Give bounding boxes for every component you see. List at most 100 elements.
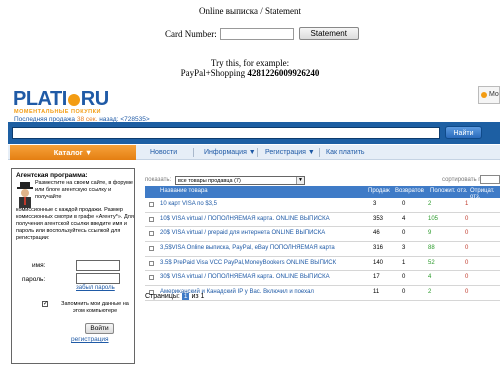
my-account-button[interactable]: Мо [478, 86, 500, 104]
nav-divider [193, 148, 194, 157]
example-hint: Try this, for example: PayPal+Shopping 4… [0, 58, 500, 78]
nav-news[interactable]: Новости [150, 145, 177, 160]
show-filter-select[interactable]: все товары продавца (7) ▼ [175, 176, 305, 185]
example-line: PayPal+Shopping 4281226009926240 [0, 68, 500, 78]
positive-count: 88 [428, 245, 435, 252]
product-name-link[interactable]: 3,5$VISA Online выписка, PayPal, eBay ПО… [160, 245, 335, 251]
agent-program-panel: Агентская программа: Разместите на своем… [11, 168, 135, 364]
returns-count: 0 [402, 230, 406, 237]
negative-count: 0 [465, 245, 469, 252]
row-checkbox[interactable] [149, 231, 154, 237]
card-number-label: Card Number: [165, 28, 217, 39]
product-name-link[interactable]: 10 карт VISA по $3,5 [160, 201, 217, 207]
negative-count: 0 [465, 230, 469, 237]
agent-avatar-icon [17, 182, 33, 208]
register-link[interactable]: регистрация [71, 336, 109, 343]
row-checkbox[interactable] [149, 260, 154, 266]
agent-description: Разместите на своем сайте, в форуме или … [35, 180, 133, 200]
pages-total: из 1 [191, 293, 205, 300]
forgot-password-link[interactable]: забыл пароль [76, 285, 115, 291]
col-sales-header[interactable]: Продаж [368, 188, 390, 194]
col-positive-header[interactable]: Положит. отз. [430, 188, 468, 194]
card-number-input[interactable] [219, 27, 294, 40]
agent-description-more: комиссионные с каждой продажи. Размер ко… [16, 207, 134, 241]
product-name-link[interactable]: 20$ VISA virtual / prepaid для интернета… [160, 230, 325, 236]
nav-info[interactable]: Информация ▼ [204, 145, 256, 160]
product-name-link[interactable]: 30$ VISA virtual / ПОПОЛНЯЕМАЯ карта. ON… [160, 274, 330, 280]
remember-checkbox[interactable]: ✓ [42, 301, 48, 307]
table-row[interactable]: 20$ VISA virtual / prepaid для интернета… [145, 227, 500, 243]
example-number: 4281226009926240 [247, 68, 320, 78]
remember-label: Запомнить мои данные на этом компьютере [61, 301, 129, 314]
returns-count: 0 [402, 201, 406, 207]
sort-select[interactable] [480, 175, 500, 184]
table-header: Название товара Продаж Возвратов Положит… [145, 186, 500, 200]
try-line: Try this, for example: [210, 58, 290, 68]
negative-count: 0 [465, 259, 469, 266]
sales-count: 353 [373, 215, 384, 222]
current-page-link[interactable]: 1 [181, 293, 190, 300]
positive-count: 2 [428, 289, 432, 296]
statement-button[interactable]: Statement [298, 27, 359, 40]
sales-count: 46 [373, 230, 380, 237]
plati-site: PLATI RU МОМЕНТАЛЬНЫЕ ПОКУПКИ Последняя п… [8, 84, 500, 375]
search-input[interactable] [12, 127, 440, 139]
table-row[interactable]: 10 карт VISA по $3,5 3 0 2 1 [145, 198, 500, 213]
row-checkbox[interactable] [149, 246, 154, 252]
sales-count: 140 [373, 259, 384, 266]
agent-title: Агентская программа: [16, 172, 88, 179]
positive-count: 52 [428, 259, 435, 266]
sales-count: 316 [373, 245, 384, 252]
sales-count: 3 [373, 201, 377, 207]
product-table: Название товара Продаж Возвратов Положит… [145, 186, 500, 301]
positive-count: 4 [428, 274, 432, 281]
returns-count: 3 [402, 245, 406, 252]
nav-registration[interactable]: Регистрация ▼ [265, 145, 315, 160]
sales-count: 17 [373, 274, 380, 281]
positive-count: 105 [428, 215, 439, 222]
negative-count: 0 [465, 215, 469, 222]
plati-logo[interactable]: PLATI RU [13, 88, 109, 111]
negative-count: 0 [465, 274, 469, 281]
name-label: имя: [32, 262, 46, 269]
product-name-link[interactable]: 10$ VISA virtual / ПОПОЛНЯЕМАЯ карта. ON… [160, 216, 330, 222]
table-row[interactable]: 3,5$VISA Online выписка, PayPal, eBay ПО… [145, 242, 500, 257]
col-returns-header[interactable]: Возвратов [395, 188, 424, 194]
negative-count: 0 [465, 289, 469, 296]
logo-left-text: PLATI [13, 88, 67, 110]
my-account-label: Мо [489, 91, 499, 98]
show-label: показать: [145, 177, 172, 183]
row-checkbox[interactable] [149, 202, 154, 207]
chevron-down-icon: ▼ [296, 177, 304, 184]
returns-count: 0 [402, 289, 406, 296]
table-row[interactable]: 3.5$ PrePaid Visa VCC PayPal,MoneyBooker… [145, 257, 500, 272]
password-input[interactable] [76, 273, 120, 284]
search-button[interactable]: Найти [445, 126, 482, 139]
sales-count: 11 [373, 289, 380, 296]
name-input[interactable] [76, 260, 120, 271]
returns-count: 1 [402, 259, 406, 266]
returns-count: 4 [402, 215, 406, 222]
user-icon [481, 92, 487, 98]
nav-divider [257, 148, 258, 157]
card-form: Card Number: Statement [165, 27, 359, 40]
login-button[interactable]: Войти [85, 323, 114, 334]
table-row[interactable]: 10$ VISA virtual / ПОПОЛНЯЕМАЯ карта. ON… [145, 213, 500, 228]
show-filter-value: все товары продавца (7) [178, 178, 241, 184]
negative-count: 1 [465, 201, 469, 207]
logo-tagline: МОМЕНТАЛЬНЫЕ ПОКУПКИ [14, 109, 101, 115]
returns-count: 0 [402, 274, 406, 281]
example-prefix: PayPal+Shopping [180, 68, 248, 78]
positive-count: 9 [428, 230, 432, 237]
logo-dot-icon [67, 93, 80, 106]
table-row[interactable]: 30$ VISA virtual / ПОПОЛНЯЕМАЯ карта. ON… [145, 271, 500, 287]
pages-label: Страницы: [145, 293, 180, 300]
row-checkbox[interactable] [149, 216, 154, 222]
catalog-button[interactable]: Каталог ▼ [10, 145, 136, 160]
col-name-header[interactable]: Название товара [160, 188, 208, 194]
nav-how-to-pay[interactable]: Как платить [326, 145, 365, 160]
row-checkbox[interactable] [149, 275, 154, 281]
page-title: Online выписка / Statement [199, 6, 301, 16]
product-name-link[interactable]: 3.5$ PrePaid Visa VCC PayPal,MoneyBooker… [160, 260, 336, 266]
main-nav: Каталог ▼ Новости Информация ▼ Регистрац… [8, 145, 500, 160]
